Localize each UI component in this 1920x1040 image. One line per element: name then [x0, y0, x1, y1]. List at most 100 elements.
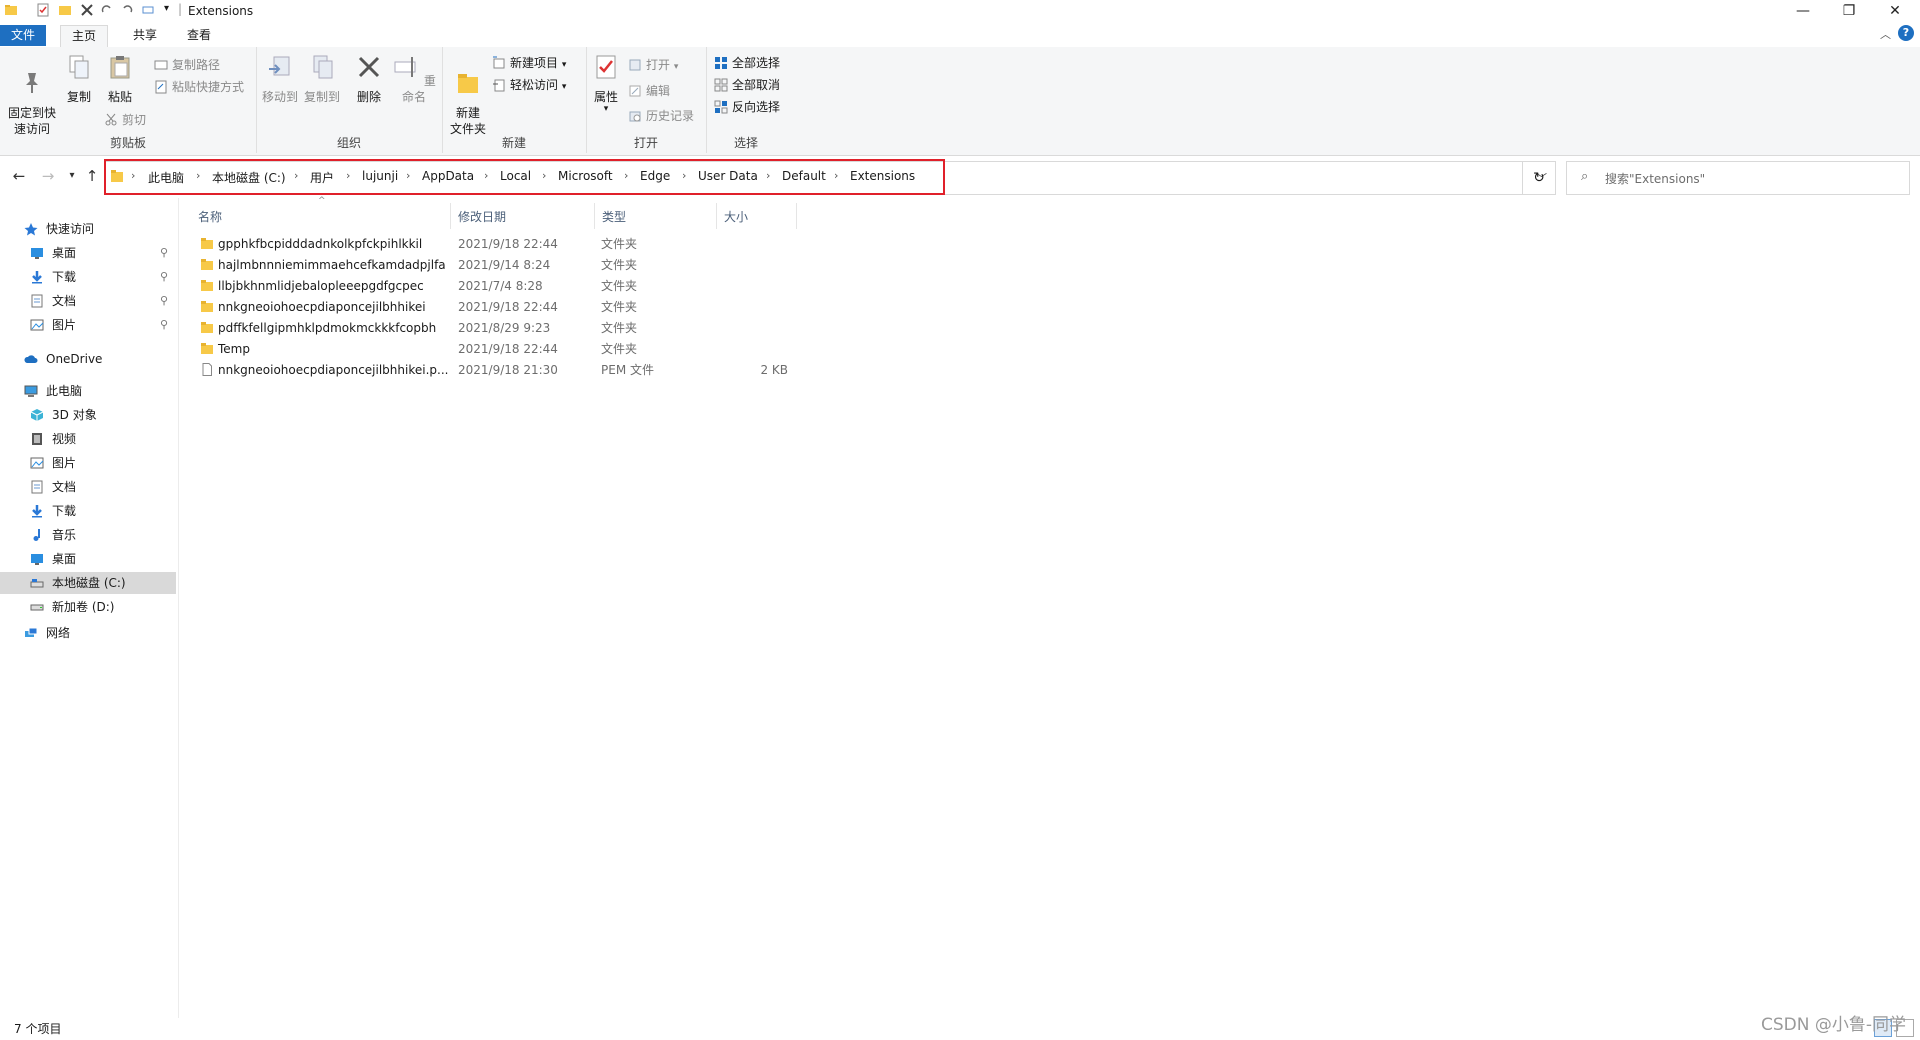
nav-item-quick[interactable]: 图片 ⚲: [0, 314, 176, 336]
nav-item-pc[interactable]: 新加卷 (D:): [0, 596, 176, 618]
collapse-ribbon-icon[interactable]: ︿: [1880, 26, 1891, 42]
nav-item-pc[interactable]: 下载: [0, 500, 176, 522]
file-name[interactable]: pdffkfellgipmhklpdmokmckkkfcopbh: [218, 318, 436, 338]
file-name[interactable]: llbjbkhnmlidjebalopleeepgdfgcpec: [218, 276, 424, 296]
tab-view[interactable]: 查看: [176, 25, 222, 46]
properties-label: 属性: [593, 90, 618, 104]
file-row[interactable]: pdffkfellgipmhklpdmokmckkkfcopbh 2021/8/2…: [196, 318, 796, 338]
nav-item-pc[interactable]: 文档: [0, 476, 176, 498]
nav-item-quick[interactable]: 下载 ⚲: [0, 266, 176, 288]
forward-arrow-icon[interactable]: →: [38, 166, 58, 186]
column-divider[interactable]: [594, 203, 595, 229]
undo-icon[interactable]: [120, 3, 134, 17]
close-button[interactable]: ✕: [1872, 0, 1918, 22]
tab-file[interactable]: 文件: [0, 25, 46, 46]
customize-qa-chevron-icon[interactable]: ▾: [164, 3, 169, 14]
select-none-label: 全部取消: [732, 78, 781, 92]
copy-to-label: 复制到: [303, 90, 340, 104]
ribbon: 固定到快 速访问 复制 粘贴 复制路径 粘贴快捷方式 剪切 剪贴板 移动到 复制…: [0, 47, 1920, 156]
copy-button[interactable]: 复制: [62, 53, 96, 105]
nav-item-pc[interactable]: 图片: [0, 452, 176, 474]
open-button[interactable]: 打开 ▾: [628, 56, 678, 74]
cut-button[interactable]: 剪切: [104, 111, 146, 129]
file-row[interactable]: nnkgneoiohoecpdiaponcejilbhhikei 2021/9/1…: [196, 297, 796, 317]
file-name[interactable]: hajlmbnnniemimmaehcefkamdadpjlfa: [218, 255, 446, 275]
scissors-icon: [105, 113, 117, 126]
file-name[interactable]: Temp: [218, 339, 250, 359]
rename-icon[interactable]: [142, 3, 156, 17]
column-divider[interactable]: [716, 203, 717, 229]
copy-path-button[interactable]: 复制路径: [154, 56, 220, 74]
nav-item-quick[interactable]: 文档 ⚲: [0, 290, 176, 312]
delete-button[interactable]: 删除: [352, 53, 386, 105]
redo-icon[interactable]: [100, 3, 114, 17]
rename-button[interactable]: 重命名: [392, 53, 436, 105]
move-to-label: 移动到: [261, 90, 298, 104]
folder-icon: [201, 280, 213, 291]
nav-item-pc[interactable]: 音乐: [0, 524, 176, 546]
new-folder-button[interactable]: 新建 文件夹: [446, 53, 490, 137]
nav-network[interactable]: 网络: [0, 622, 176, 644]
column-header-name[interactable]: 名称: [198, 206, 222, 228]
file-name[interactable]: nnkgneoiohoecpdiaponcejilbhhikei: [218, 297, 426, 317]
file-row[interactable]: Temp 2021/9/18 22:44 文件夹: [196, 339, 796, 359]
file-row[interactable]: llbjbkhnmlidjebalopleeepgdfgcpec 2021/7/4…: [196, 276, 796, 296]
nav-item-quick[interactable]: 桌面 ⚲: [0, 242, 176, 264]
easy-access-icon: [493, 79, 505, 92]
edit-label: 编辑: [646, 84, 671, 98]
pin-icon[interactable]: ⚲: [160, 290, 168, 312]
nav-onedrive[interactable]: OneDrive: [0, 348, 176, 370]
invert-selection-button[interactable]: 反向选择: [714, 98, 780, 116]
column-divider[interactable]: [450, 203, 451, 229]
pin-icon[interactable]: ⚲: [160, 314, 168, 336]
easy-access-button[interactable]: 轻松访问 ▾: [492, 76, 566, 94]
search-box[interactable]: ⌕ 搜索"Extensions": [1566, 161, 1910, 195]
file-row[interactable]: hajlmbnnniemimmaehcefkamdadpjlfa 2021/9/1…: [196, 255, 796, 275]
group-select: 全部选择 全部取消 反向选择 选择: [706, 47, 786, 153]
recent-locations-chevron-icon[interactable]: ▾: [62, 166, 82, 186]
select-none-button[interactable]: 全部取消: [714, 76, 780, 94]
column-header-type[interactable]: 类型: [602, 206, 626, 228]
delete-icon[interactable]: [80, 3, 94, 17]
properties-icon[interactable]: [36, 3, 50, 17]
paste-button[interactable]: 粘贴: [102, 53, 138, 105]
file-name[interactable]: gpphkfbcpidddadnkolkpfckpihlkkil: [218, 234, 422, 254]
minimize-button[interactable]: —: [1780, 0, 1826, 22]
file-name[interactable]: nnkgneoiohoecpdiaponcejilbhhikei.p...: [218, 360, 448, 380]
edit-button[interactable]: 编辑: [628, 82, 670, 100]
group-new: 新建 文件夹 新建项目 ▾ 轻松访问 ▾ 新建: [442, 47, 587, 153]
copy-to-button[interactable]: 复制到: [302, 53, 342, 105]
search-input[interactable]: 搜索"Extensions": [1605, 170, 1705, 187]
up-arrow-icon[interactable]: ↑: [82, 166, 102, 186]
new-item-button[interactable]: 新建项目 ▾: [492, 54, 566, 72]
select-all-button[interactable]: 全部选择: [714, 54, 780, 72]
column-divider[interactable]: [796, 203, 797, 229]
nav-this-pc[interactable]: 此电脑: [0, 380, 176, 402]
refresh-icon[interactable]: ↻: [1522, 161, 1556, 195]
back-arrow-icon[interactable]: ←: [9, 166, 29, 186]
paste-shortcut-button[interactable]: 粘贴快捷方式: [154, 78, 244, 96]
cut-label: 剪切: [122, 113, 147, 127]
help-icon[interactable]: ?: [1898, 25, 1914, 41]
tab-home[interactable]: 主页: [60, 25, 109, 47]
folder-icon: [201, 343, 213, 354]
move-to-button[interactable]: 移动到: [260, 53, 300, 105]
nav-item-pc[interactable]: 3D 对象: [0, 404, 176, 426]
pin-icon[interactable]: ⚲: [160, 266, 168, 288]
properties-button[interactable]: 属性 ▾: [590, 53, 622, 114]
column-header-date[interactable]: 修改日期: [458, 206, 506, 228]
nav-quick-access[interactable]: 快速访问: [0, 218, 176, 240]
pin-icon[interactable]: ⚲: [160, 242, 168, 264]
pin-quick-access-button[interactable]: 固定到快 速访问: [4, 53, 60, 137]
restore-button[interactable]: ❐: [1826, 0, 1872, 22]
tab-share[interactable]: 共享: [122, 25, 168, 46]
history-button[interactable]: 历史记录: [628, 107, 694, 125]
file-row[interactable]: nnkgneoiohoecpdiaponcejilbhhikei.p... 202…: [196, 360, 796, 380]
nav-item-pc[interactable]: 视频: [0, 428, 176, 450]
nav-item-pc[interactable]: 桌面: [0, 548, 176, 570]
new-folder-icon[interactable]: [58, 3, 72, 17]
column-header-size[interactable]: 大小: [724, 206, 748, 228]
easy-access-label: 轻松访问: [510, 78, 559, 92]
file-row[interactable]: gpphkfbcpidddadnkolkpfckpihlkkil 2021/9/1…: [196, 234, 796, 254]
nav-item-pc[interactable]: 本地磁盘 (C:): [0, 572, 176, 594]
